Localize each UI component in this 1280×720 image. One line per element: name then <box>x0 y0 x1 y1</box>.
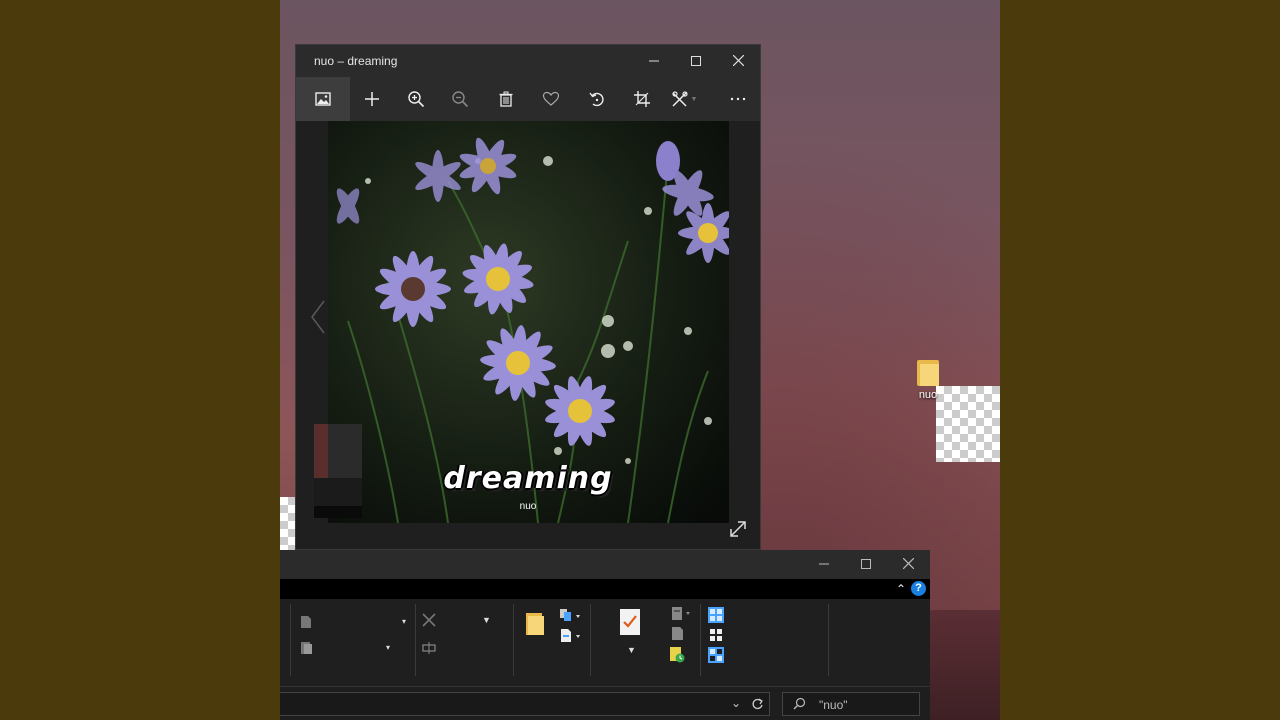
heart-icon <box>542 91 560 106</box>
history-icon <box>670 647 685 663</box>
explorer-minimize-button[interactable] <box>802 550 846 579</box>
chevron-down-icon[interactable]: ▾ <box>402 617 406 626</box>
artwork-title-text: dreaming <box>443 461 613 496</box>
zoom-out-icon <box>452 91 469 108</box>
rotate-button[interactable] <box>575 77 619 121</box>
search-icon <box>793 697 806 710</box>
right-letterbox <box>1000 0 1280 720</box>
left-letterbox <box>0 0 280 720</box>
rename-button[interactable] <box>422 641 436 659</box>
help-icon[interactable]: ? <box>911 581 926 596</box>
glitch-block-red <box>314 424 328 478</box>
select-all-icon <box>708 607 724 623</box>
favorite-button[interactable] <box>529 77 573 121</box>
copy-path-button[interactable] <box>300 615 312 634</box>
edit-button[interactable] <box>672 627 684 646</box>
album-artwork-photo: dreaming nuo <box>328 121 729 523</box>
open-button[interactable] <box>672 607 692 626</box>
photos-window: nuo – dreaming ▼ dreaming nuo <box>295 44 761 550</box>
properties-check-icon <box>620 609 640 635</box>
paste-shortcut-button[interactable] <box>300 641 313 660</box>
more-button[interactable] <box>716 77 760 121</box>
select-none-button[interactable] <box>708 627 724 648</box>
previous-photo-button[interactable] <box>310 297 326 337</box>
ribbon-panel: ▾ ▾ ▼ ▼ <box>280 599 930 687</box>
rotate-icon <box>589 92 604 107</box>
new-item-button[interactable] <box>560 609 582 628</box>
address-bar[interactable]: ⌄ <box>280 692 770 716</box>
close-button[interactable] <box>716 45 760 77</box>
file-explorer-window: ⌃ ? ▾ ▾ ▼ ▼ ⌄ "nuo" <box>280 550 930 720</box>
history-button[interactable] <box>670 647 686 668</box>
new-item-icon <box>560 609 580 621</box>
see-all-photos-button[interactable] <box>296 77 350 121</box>
document-icon <box>301 616 311 628</box>
glitch-block-black <box>314 506 362 518</box>
zoom-in-icon <box>408 91 425 108</box>
add-button[interactable] <box>350 77 394 121</box>
chevron-down-icon: ▼ <box>690 95 698 103</box>
easy-access-icon <box>561 629 580 642</box>
chevron-left-icon <box>311 300 325 334</box>
chevron-down-icon[interactable]: ⌄ <box>731 696 741 710</box>
open-icon <box>672 607 690 620</box>
ribbon-tab-bar: ⌃ ? <box>280 579 930 599</box>
desktop-folder-label: nuo <box>918 389 938 401</box>
zoom-out-button[interactable] <box>438 77 482 121</box>
chevron-down-icon[interactable]: ▼ <box>627 645 636 655</box>
new-folder-button[interactable] <box>526 611 544 640</box>
photos-toolbar: ▼ <box>296 77 760 121</box>
search-placeholder: "nuo" <box>819 698 848 712</box>
easy-access-button[interactable] <box>560 629 582 648</box>
invert-selection-button[interactable] <box>708 647 724 668</box>
full-screen-button[interactable] <box>728 519 748 539</box>
picture-icon <box>315 92 331 106</box>
rename-icon <box>422 642 436 654</box>
delete-button[interactable] <box>422 613 436 632</box>
explorer-maximize-button[interactable] <box>844 550 888 579</box>
properties-button[interactable] <box>620 609 640 640</box>
select-none-icon <box>710 629 722 641</box>
edit-icon <box>671 91 688 107</box>
photos-titlebar[interactable]: nuo – dreaming <box>296 45 760 77</box>
refresh-icon[interactable] <box>751 698 764 711</box>
invert-selection-icon <box>708 647 724 663</box>
chevron-down-icon[interactable]: ▼ <box>482 615 491 625</box>
delete-x-icon <box>422 613 436 627</box>
folder-icon <box>526 613 544 635</box>
explorer-titlebar[interactable] <box>280 550 930 579</box>
expand-icon <box>730 521 746 537</box>
artwork-artist-text: nuo <box>519 501 537 512</box>
maximize-button[interactable] <box>674 45 718 77</box>
delete-icon <box>499 91 513 107</box>
search-input[interactable]: "nuo" <box>782 692 920 716</box>
crop-icon <box>634 91 650 107</box>
delete-button[interactable] <box>484 77 528 121</box>
paste-icon <box>301 642 312 654</box>
glitch-block-dark <box>314 478 362 506</box>
edit-create-button[interactable]: ▼ <box>662 77 706 121</box>
select-all-button[interactable] <box>708 607 724 628</box>
add-icon <box>365 92 379 106</box>
minimize-button[interactable] <box>632 45 676 77</box>
explorer-close-button[interactable] <box>886 550 930 579</box>
collapse-ribbon-icon[interactable]: ⌃ <box>896 582 906 596</box>
window-title: nuo – dreaming <box>314 54 398 68</box>
more-icon <box>730 97 746 101</box>
desktop-folder[interactable]: nuo <box>908 360 948 401</box>
crop-button[interactable] <box>620 77 664 121</box>
zoom-in-button[interactable] <box>394 77 438 121</box>
address-bar-row: ⌄ "nuo" <box>280 690 930 720</box>
chevron-down-icon[interactable]: ▾ <box>386 643 390 652</box>
photo-viewer-area: dreaming nuo <box>296 121 760 549</box>
folder-icon <box>917 360 939 386</box>
edit-doc-icon <box>672 627 683 640</box>
